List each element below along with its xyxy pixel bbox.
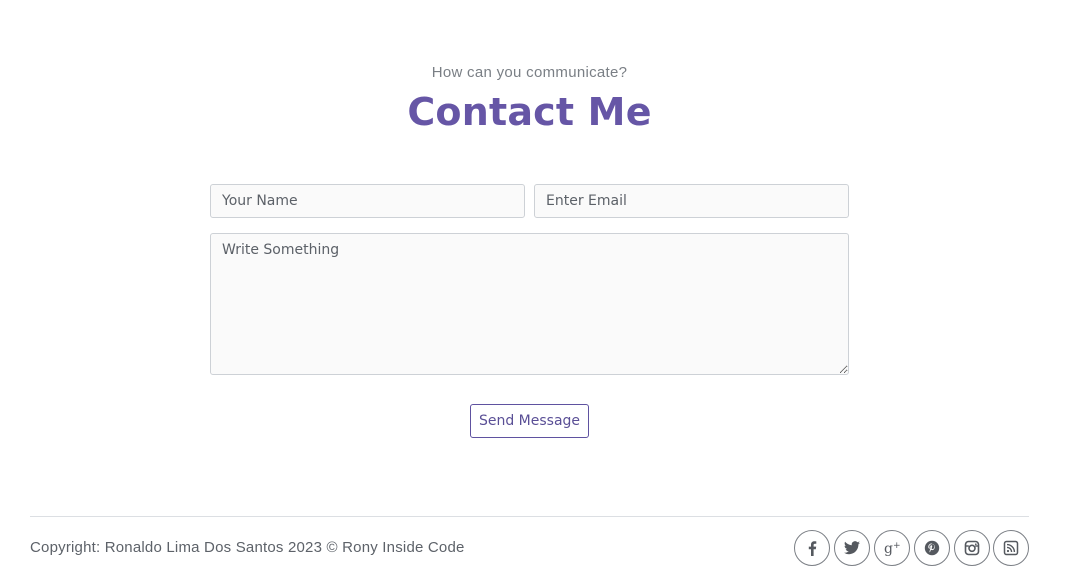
email-input[interactable]: [534, 184, 849, 218]
facebook-icon[interactable]: [794, 530, 830, 566]
name-input[interactable]: [210, 184, 525, 218]
contact-page: How can you communicate? Contact Me Send…: [0, 0, 1077, 575]
twitter-icon[interactable]: [834, 530, 870, 566]
section-subtitle: How can you communicate?: [431, 64, 628, 81]
instagram-icon[interactable]: [954, 530, 990, 566]
message-textarea[interactable]: [210, 233, 849, 375]
svg-text:g: g: [884, 541, 893, 556]
google-plus-icon[interactable]: g +: [874, 530, 910, 566]
svg-text:+: +: [893, 541, 901, 551]
send-message-button[interactable]: Send Message: [470, 404, 589, 438]
copyright-text: Copyright: Ronaldo Lima Dos Santos 2023 …: [30, 539, 465, 556]
footer-divider: [30, 516, 1029, 517]
rss-icon[interactable]: [993, 530, 1029, 566]
section-title: Contact Me: [407, 90, 652, 134]
pinterest-icon[interactable]: [914, 530, 950, 566]
